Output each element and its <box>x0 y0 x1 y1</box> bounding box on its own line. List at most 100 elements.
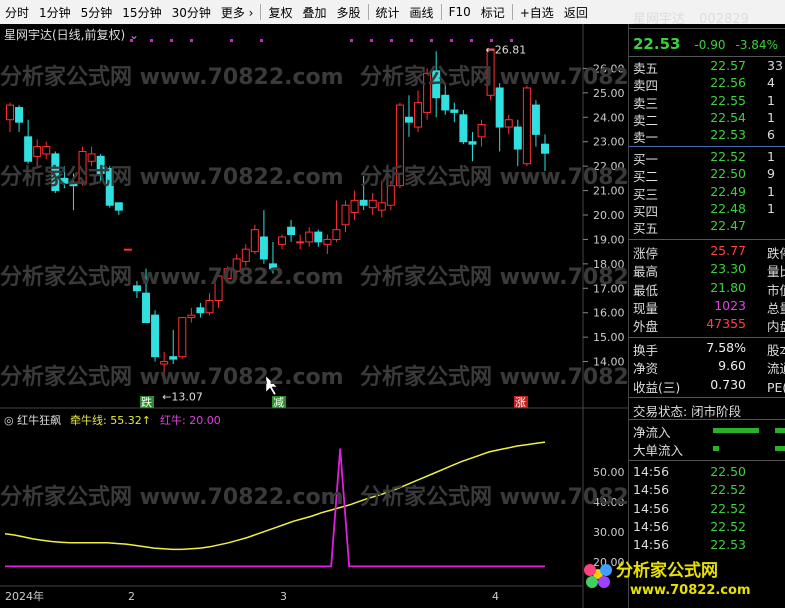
candle <box>332 229 341 240</box>
toolbar-item[interactable]: 复权 <box>263 4 297 21</box>
quote-row-label: 14:56 <box>633 537 670 553</box>
toolbar-item[interactable]: 15分钟 <box>117 4 166 21</box>
toolbar-item[interactable]: 叠加 <box>298 4 332 21</box>
quote-row-value: 0.730 <box>710 376 746 392</box>
quote-row-label: 14:56 <box>633 518 670 534</box>
divider <box>629 28 785 29</box>
toolbar-item[interactable]: 30分钟 <box>167 4 216 21</box>
candle <box>459 114 468 143</box>
quote-row-extra: 1 <box>767 200 775 216</box>
signal-dot <box>370 39 373 42</box>
indicator-axis-label: 30.00 <box>593 526 625 539</box>
signal-dot <box>230 39 233 42</box>
flow-bar <box>713 428 759 433</box>
quote-row-label: 涨停 <box>633 246 659 261</box>
date-label: 4 <box>492 590 499 603</box>
candle <box>377 202 386 211</box>
signal-dot <box>190 39 193 42</box>
stock-change: -0.90 <box>694 38 726 52</box>
candle <box>531 104 540 135</box>
signal-dot <box>260 39 263 42</box>
bid-row: 买三 22.49 1 <box>629 183 785 202</box>
toolbar-item[interactable]: 5分钟 <box>76 4 118 21</box>
quote-row-label: 14:56 <box>633 482 670 498</box>
toolbar-item[interactable]: 多股 <box>332 4 366 21</box>
toolbar-item[interactable]: 统计 <box>371 4 405 21</box>
candle <box>15 107 24 123</box>
candle <box>169 356 178 360</box>
svg-text:分析家公式网: 分析家公式网 <box>616 560 718 581</box>
candle <box>404 116 413 123</box>
candle <box>468 141 477 145</box>
candle <box>495 87 504 128</box>
quote-row-value: 1023 <box>714 297 746 313</box>
quote-row-label: 最高 <box>633 264 659 280</box>
price-axis-label: 24.00 <box>593 111 625 124</box>
toolbar-item[interactable]: 返回 <box>559 4 593 21</box>
quote-row-value: 22.49 <box>710 183 746 199</box>
stat-row: 涨停 25.77 跌停 <box>629 243 785 261</box>
price-axis-label: 15.00 <box>593 331 625 344</box>
quote-row-value: 21.80 <box>710 279 746 295</box>
watermark-text: 分析家公式网 www.70822.com <box>360 364 628 390</box>
ask-row: 卖三 22.55 1 <box>629 92 785 111</box>
date-label: 2 <box>128 590 135 603</box>
candle <box>24 136 33 162</box>
flow-row: 大单流入 <box>629 440 785 459</box>
candle <box>42 146 51 155</box>
stat-row: 收益(三) 0.730 PE(动 <box>629 376 785 395</box>
candle <box>114 202 123 211</box>
quote-row-value: 22.52 <box>710 482 746 498</box>
candle <box>278 236 287 245</box>
toolbar-item[interactable]: +自选 <box>515 4 559 21</box>
quote-row-extra: 股本 <box>767 343 785 358</box>
stat-row: 净资 9.60 流通 <box>629 358 785 377</box>
candle <box>160 361 169 365</box>
site-logo: 分析家公式网 www.70822.com <box>578 552 778 602</box>
candle <box>6 104 14 121</box>
signal-dot <box>490 39 493 42</box>
bid-row: 买五 22.47 <box>629 218 785 236</box>
kline-chart[interactable]: ←26.81←13.0726.0025.0024.0023.0022.0021.… <box>0 24 628 608</box>
quote-row-value: 47355 <box>706 316 746 332</box>
watermark-text: 分析家公式网 www.70822.com <box>360 264 628 290</box>
candle <box>142 292 151 323</box>
watermark-text: 分析家公式网 www.70822.com <box>0 64 344 90</box>
price-axis-label: 20.00 <box>593 209 625 222</box>
toolbar-separator <box>440 4 442 20</box>
quote-row-extra: 流通 <box>767 361 785 377</box>
stock-price-header: 22.53 -0.90 -3.84% <box>633 35 778 53</box>
quote-row-label: 14:56 <box>633 464 670 479</box>
quote-row-label: 卖一 <box>633 130 659 146</box>
toolbar-item[interactable]: 分时 <box>0 4 34 21</box>
stat-row: 最低 21.80 市值 <box>629 279 785 298</box>
candle <box>504 119 513 128</box>
candle <box>287 226 296 236</box>
low-label: ←13.07 <box>162 390 203 403</box>
toolbar-item[interactable]: 1分钟 <box>34 4 76 21</box>
quote-row-label: 大单流入 <box>633 443 684 459</box>
toolbar-item[interactable]: 更多 › <box>216 4 259 21</box>
quote-row-label: 净资 <box>633 361 659 377</box>
toolbar-item[interactable]: 标记 <box>476 4 510 21</box>
chart-title: 星网宇达(日线,前复权) ⌄ <box>4 26 139 43</box>
quote-row-extra: 33 <box>767 58 783 73</box>
stock-name-header: 星网宇达 002829 <box>633 8 749 27</box>
quote-row-value: 7.58% <box>706 340 746 355</box>
indicator-name[interactable]: ◎ 红牛狂飙 <box>4 413 61 427</box>
quote-row-extra: 1 <box>767 92 775 108</box>
quote-row-value: 22.48 <box>710 200 746 216</box>
signal-dot <box>510 39 513 42</box>
chart-settings-icon[interactable]: ⌄ <box>129 28 139 42</box>
candle <box>513 126 522 150</box>
ask-row: 卖五 22.57 33 <box>629 58 785 76</box>
quote-panel: 星网宇达 002829 22.53 -0.90 -3.84% 卖五 22.57 33 卖四 22… <box>628 12 785 608</box>
tick-row: 14:56 22.50 <box>629 464 785 481</box>
candle <box>33 146 42 157</box>
quote-row-label: 买三 <box>633 186 659 202</box>
quote-row-label: 14:56 <box>633 500 670 516</box>
toolbar-item[interactable]: F10 <box>444 5 476 19</box>
quote-row-value: 22.47 <box>710 218 746 234</box>
candle <box>359 199 368 206</box>
toolbar-item[interactable]: 画线 <box>405 4 439 21</box>
